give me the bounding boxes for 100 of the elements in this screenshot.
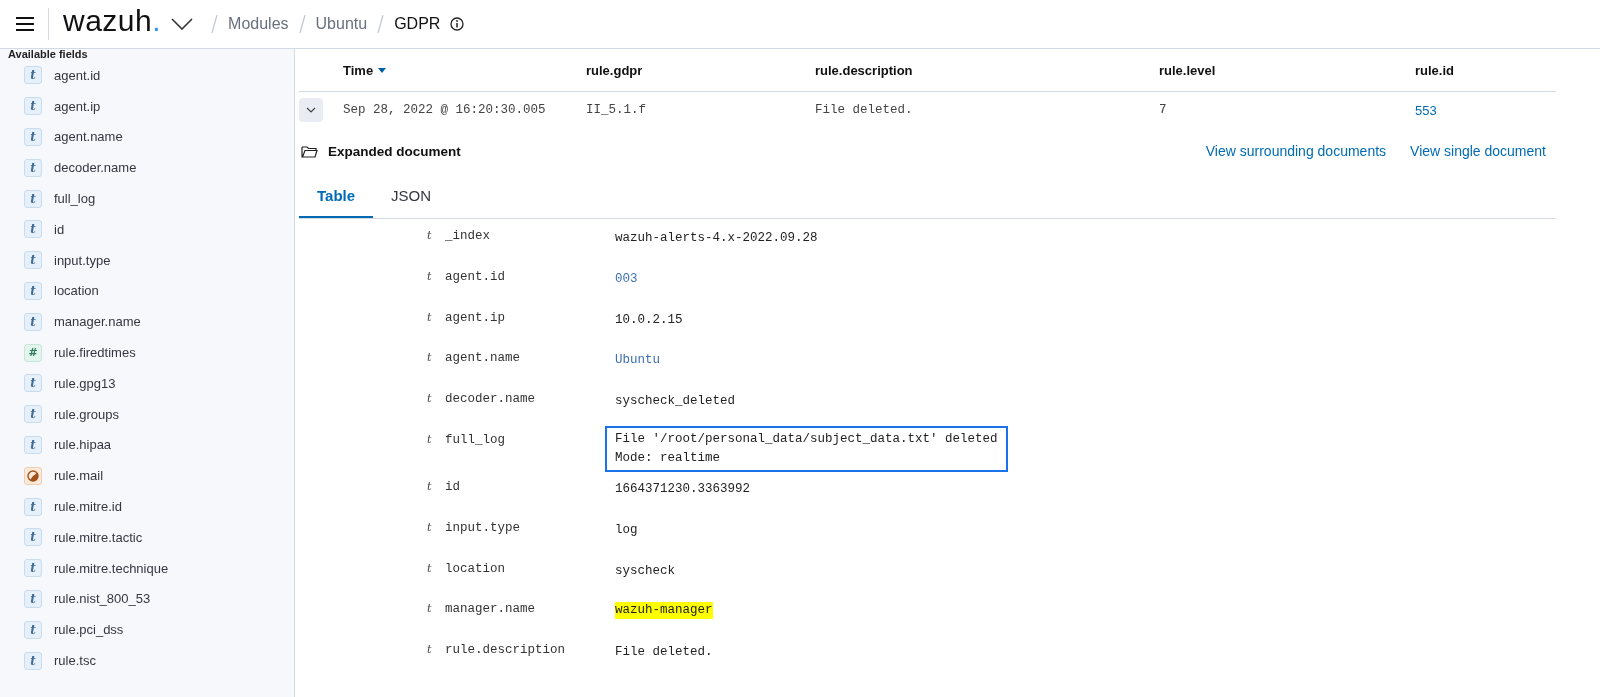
field-type-icon: t [24,405,42,424]
breadcrumb[interactable]: Modules [228,15,289,33]
field-name: id [444,479,461,494]
field-type-icon: t [427,516,441,534]
breadcrumb: GDPR [394,15,441,33]
sidebar-title: Available fields [7,49,89,60]
field-name[interactable]: rule.mail [54,468,104,484]
field-type-icon: t [427,306,441,324]
field-type-icon: t [427,347,441,365]
info-icon[interactable] [450,17,465,31]
field-type-icon: t [427,639,441,657]
field-value: syscheck [615,562,675,580]
field-name[interactable]: agent.id [54,67,101,83]
field-name[interactable]: rule.nist_800_53 [54,591,151,607]
field-name[interactable]: rule.firedtimes [54,345,136,361]
field-name[interactable]: rule.mitre.id [54,499,122,515]
field-type-icon: t [427,429,441,446]
field-value[interactable]: 003 [615,265,638,289]
field-name: full_log [444,432,506,447]
field-type-icon: t [24,528,42,547]
field-type-icon: t [427,388,441,406]
field-type-icon: t [24,497,42,516]
field-name[interactable]: rule.groups [54,406,120,422]
field-name[interactable]: manager.name [54,314,141,330]
field-type-icon: t [24,97,42,116]
field-name[interactable]: agent.ip [54,98,101,114]
field-name[interactable]: decoder.name [54,160,137,176]
field-type-icon: t [24,651,42,670]
field-name: agent.ip [444,309,506,325]
breadcrumb-separator-icon [377,15,385,33]
column-header[interactable]: rule.level [1159,62,1415,78]
field-name[interactable]: location [54,283,99,299]
field-name: rule.description [444,642,567,658]
menu-icon[interactable] [16,17,34,31]
field-name[interactable]: agent.name [54,129,123,145]
field-name[interactable]: rule.hipaa [54,437,112,453]
field-type-icon: t [427,557,441,575]
document-link[interactable]: View single document [1410,143,1546,159]
field-name: agent.id [444,268,506,284]
chevron-down-icon[interactable] [171,18,194,30]
field-type-icon: t [427,225,441,242]
field-value: wazuh-alerts-4.x-2022.09.28 [615,230,818,247]
field-type-icon: # [24,343,42,362]
sort-descending-icon[interactable] [378,67,387,73]
field-type-icon: t [24,374,42,393]
field-name: agent.name [444,350,521,366]
field-name: decoder.name [444,391,536,407]
column-header[interactable]: rule.description [815,62,1159,78]
field-value: File deleted. [615,644,713,662]
folder-icon [301,144,318,158]
field-type-icon: t [24,66,42,85]
field-type-icon: t [427,476,441,493]
field-value: 10.0.2.15 [615,311,683,329]
field-name[interactable]: rule.tsc [54,653,96,669]
field-name[interactable]: rule.mitre.technique [54,560,169,576]
tab[interactable]: Table [299,174,374,218]
field-name[interactable]: id [54,221,65,237]
field-name[interactable]: rule.gpg13 [54,375,116,391]
field-name[interactable]: rule.mitre.tactic [54,529,143,545]
table-cell-text: 7 [1159,103,1168,117]
field-type-icon: t [24,128,42,146]
field-type-icon: t [24,589,42,608]
field-name[interactable]: rule.pci_dss [54,622,124,638]
field-name[interactable]: input.type [54,252,111,268]
logo[interactable]: wazuh. [63,4,162,38]
field-value: File '/root/personal_data/subject_data.txt' deleted Mode: realtime [605,426,1008,472]
field-type-icon: t [24,220,42,239]
column-header[interactable]: Time [324,62,586,78]
field-name: input.type [444,519,521,535]
table-cell-text: Sep 28, 2022 @ 16:20:30.005 [342,103,547,117]
field-type-icon [24,466,42,485]
breadcrumb-separator-icon [298,15,306,33]
tab[interactable]: JSON [373,174,450,218]
field-name[interactable]: full_log [54,191,96,207]
breadcrumb-separator-icon [211,15,219,33]
field-value: log [615,521,638,539]
field-name: _index [444,228,491,243]
field-type-icon: t [24,189,42,208]
document-link[interactable]: View surrounding documents [1205,143,1387,159]
field-type-icon: t [24,559,42,578]
field-value: wazuh-manager [615,602,713,620]
field-type-icon: t [24,435,42,454]
column-header[interactable]: rule.id [1415,62,1556,78]
chevron-icon [306,107,316,113]
table-cell[interactable]: 553 [1415,102,1600,118]
column-header[interactable]: rule.gdpr [586,62,815,78]
table-cell-text: II_5.1.f [586,103,647,117]
field-value[interactable]: Ubuntu [615,347,660,371]
field-type-icon: t [24,620,42,639]
field-name: location [444,560,506,576]
field-type-icon: t [24,312,42,331]
section-title: Expanded document [328,143,461,159]
expand-toggle[interactable] [299,98,323,122]
field-value: syscheck_deleted [615,393,736,411]
field-type-icon: t [427,265,441,283]
breadcrumb[interactable]: Ubuntu [315,15,368,33]
field-value: 1664371230.3363992 [615,481,751,498]
field-name: manager.name [444,601,536,617]
field-type-icon: t [427,598,441,616]
table-cell-text: File deleted. [815,103,914,117]
